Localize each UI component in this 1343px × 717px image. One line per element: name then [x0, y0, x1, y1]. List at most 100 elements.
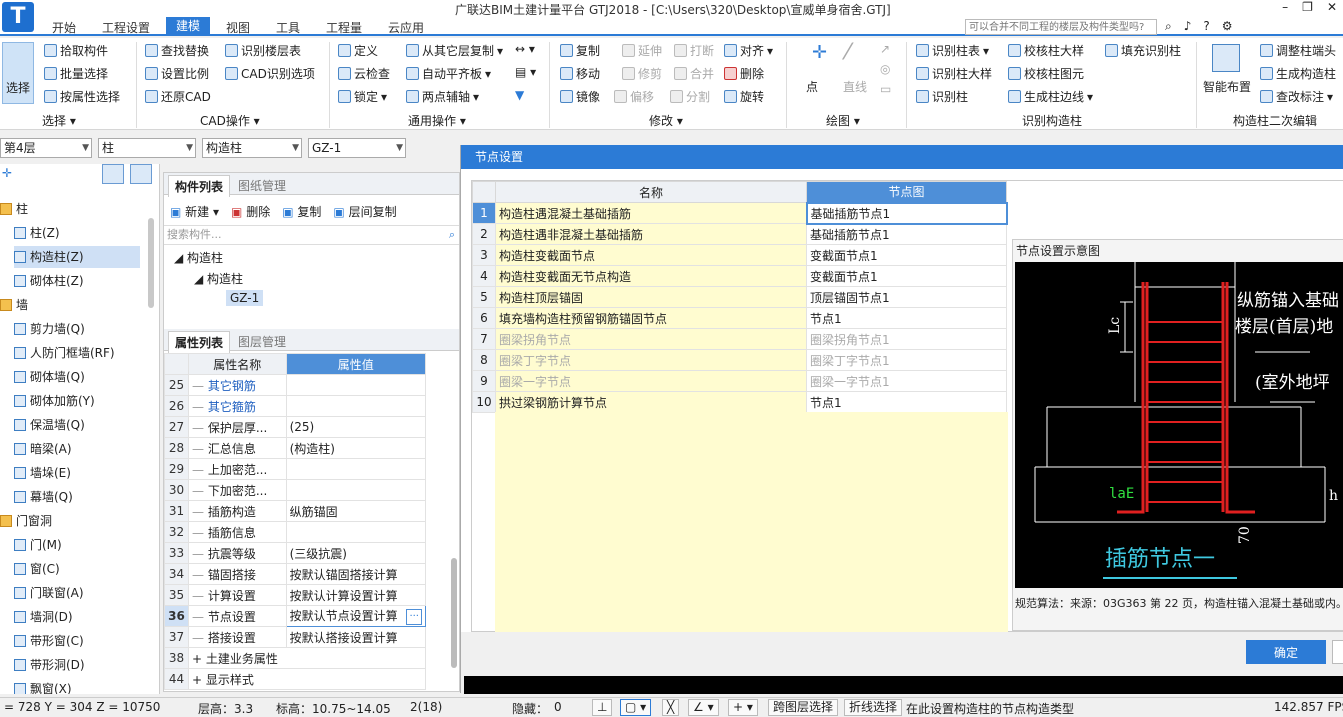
tree-item[interactable]: 人防门框墙(RF) — [14, 342, 140, 364]
snap-icon[interactable]: ▢ ▾ — [620, 699, 652, 716]
find-replace-button[interactable]: 查找替换 — [145, 42, 209, 59]
auto-align-slab-button[interactable]: 自动平齐板 ▾ — [406, 65, 491, 82]
component-combo[interactable]: GZ-1 ▼ — [308, 138, 406, 158]
check-column-detail-button[interactable]: 校核柱大样 — [1008, 42, 1084, 59]
property-row[interactable]: 34— 锚固搭接 按默认锚固搭接计算 — [164, 563, 427, 585]
select-by-property-button[interactable]: 按属性选择 — [44, 88, 120, 105]
menu-view[interactable]: 视图 — [226, 19, 250, 36]
delete-component-button[interactable]: ▣ 删除 — [231, 203, 270, 220]
menu-start[interactable]: 开始 — [52, 19, 76, 36]
node-row[interactable]: 3 构造柱变截面节点 变截面节点1 — [472, 244, 1007, 266]
help-icon[interactable]: ? — [1203, 19, 1209, 34]
node-row[interactable]: 2 构造柱遇非混凝土基础插筋 基础插筋节点1 — [472, 223, 1007, 245]
property-row[interactable]: 25— 其它钢筋 — [164, 374, 427, 396]
tree-item[interactable]: 门联窗(A) — [14, 582, 140, 604]
rect-icon[interactable]: ▭ — [880, 82, 891, 96]
property-row[interactable]: 37— 搭接设置 按默认搭接设置计算 — [164, 626, 427, 648]
tree-item[interactable]: 砌体柱(Z) — [14, 270, 140, 292]
tree-node-type[interactable]: ◢ 构造柱 — [194, 270, 243, 287]
copy-button[interactable]: 复制 — [560, 42, 600, 59]
left-scrollbar[interactable] — [148, 218, 154, 308]
node-image-value[interactable]: 节点1 — [806, 307, 1007, 329]
fill-identify-column-button[interactable]: 填充识别柱 — [1105, 42, 1181, 59]
node-row[interactable]: 4 构造柱变截面无节点构造 变截面节点1 — [472, 265, 1007, 287]
copy-from-layer-button[interactable]: 从其它层复制 ▾ — [406, 42, 503, 59]
draw-line-button[interactable]: 直线 — [843, 78, 867, 95]
type-combo[interactable]: 构造柱 ▼ — [202, 138, 302, 158]
menu-tools[interactable]: 工具 — [276, 19, 300, 36]
adjust-column-end-button[interactable]: 调整柱端头 — [1260, 42, 1336, 59]
property-row[interactable]: 30— 下加密范... — [164, 479, 427, 501]
arc-icon[interactable]: ↗ — [880, 42, 891, 56]
property-row[interactable]: 35— 计算设置 按默认计算设置计算 — [164, 584, 427, 606]
node-image-value[interactable]: 变截面节点1 — [806, 244, 1007, 266]
angle-icon[interactable]: ∠ ▾ — [688, 699, 719, 716]
lock-button[interactable]: 锁定 ▾ — [338, 88, 387, 105]
new-button[interactable]: ▣ 新建 ▾ — [170, 203, 219, 220]
copy-between-layers-button[interactable]: ▣ 层间复制 — [333, 203, 396, 220]
property-value[interactable]: 按默认锚固搭接计算 — [285, 563, 427, 585]
property-value[interactable]: (三级抗震) — [285, 542, 427, 564]
property-value[interactable] — [285, 374, 427, 396]
identify-column-table-button[interactable]: 识别柱表 ▾ — [916, 42, 989, 59]
property-row[interactable]: 28— 汇总信息 (构造柱) — [164, 437, 427, 459]
generate-column-button[interactable]: 生成构造柱 — [1260, 65, 1336, 82]
node-row[interactable]: 7 圈梁拐角节点 圈梁拐角节点1 — [472, 328, 1007, 350]
node-image-value[interactable]: 圈梁拐角节点1 — [806, 328, 1007, 350]
property-value[interactable]: 纵筋锚固 — [285, 500, 427, 522]
tab-layer-management[interactable]: 图层管理 — [232, 331, 292, 352]
property-row[interactable]: 29— 上加密范... — [164, 458, 427, 480]
node-row[interactable]: 10 拱过梁钢筋计算节点 节点1 — [472, 391, 1007, 413]
bell-icon[interactable]: ♪ — [1184, 19, 1192, 34]
tree-category[interactable]: 门窗洞 — [0, 510, 140, 532]
tab-component-list[interactable]: 构件列表 — [168, 175, 231, 197]
property-value[interactable]: (构造柱) — [285, 437, 427, 459]
offset-button[interactable]: 偏移 — [614, 88, 654, 105]
ortho-icon[interactable]: ⊥ — [592, 699, 613, 716]
property-row[interactable]: 38 + 土建业务属性 — [164, 647, 427, 669]
merge-button[interactable]: 合并 — [674, 65, 714, 82]
smart-layout-button[interactable]: 智能布置 — [1203, 78, 1251, 95]
dimension-tool-button[interactable]: ↔ ▾ — [515, 42, 535, 56]
maximize-icon[interactable]: ❐ — [1302, 0, 1313, 14]
tree-category[interactable]: 柱 — [0, 198, 140, 220]
polyline-select-button[interactable]: 折线选择 — [844, 699, 903, 716]
node-row[interactable]: 8 圈梁丁字节点 圈梁丁字节点1 — [472, 349, 1007, 371]
tree-node-gz1[interactable]: GZ-1 — [226, 290, 264, 306]
property-value[interactable]: 按默认搭接设置计算 — [285, 626, 427, 648]
rotate-button[interactable]: 旋转 — [724, 88, 764, 105]
select-big-button[interactable]: 选择 — [2, 42, 34, 104]
identify-column-button[interactable]: 识别柱 — [916, 88, 968, 105]
tree-item[interactable]: 门(M) — [14, 534, 140, 556]
node-image-value[interactable]: 基础插筋节点1 — [805, 201, 1008, 225]
tree-item[interactable]: 墙洞(D) — [14, 606, 140, 628]
search-icon[interactable]: ⌕ — [1165, 19, 1172, 34]
mirror-button[interactable]: 镜像 — [560, 88, 600, 105]
edit-annotation-button[interactable]: 查改标注 ▾ — [1260, 88, 1333, 105]
help-search-input[interactable] — [965, 19, 1157, 35]
floor-combo[interactable]: 第4层 ▼ — [0, 138, 92, 158]
menu-modeling[interactable]: 建模 — [166, 17, 211, 36]
cad-options-button[interactable]: CAD识别选项 — [225, 65, 315, 82]
tree-item[interactable]: 幕墙(Q) — [14, 486, 140, 508]
cloud-check-button[interactable]: 云检查 — [338, 65, 390, 82]
menu-quantity[interactable]: 工程量 — [326, 19, 362, 36]
circle-icon[interactable]: ◎ — [880, 62, 891, 76]
offset-icon[interactable]: + ▾ — [728, 699, 758, 716]
tree-item[interactable]: 带形洞(D) — [14, 654, 140, 676]
ok-button[interactable]: 确定 — [1246, 640, 1326, 664]
tree-node-root[interactable]: ◢ 构造柱 — [174, 249, 223, 266]
property-value[interactable] — [285, 395, 427, 417]
minimize-icon[interactable]: – — [1282, 0, 1288, 14]
node-image-value[interactable]: 节点1 — [806, 391, 1007, 413]
filter-button[interactable]: ▼ — [515, 88, 524, 102]
property-scrollbar[interactable] — [451, 558, 457, 668]
layout-tool-button[interactable]: ▤ ▾ — [515, 65, 536, 79]
node-image-value[interactable]: 变截面节点1 — [806, 265, 1007, 287]
tree-item[interactable]: 保温墙(Q) — [14, 414, 140, 436]
property-group-name[interactable]: + 土建业务属性 — [187, 647, 427, 669]
break-button[interactable]: 打断 — [674, 42, 714, 59]
property-value[interactable]: (25) — [285, 416, 427, 438]
tree-item[interactable]: 柱(Z) — [14, 222, 140, 244]
cancel-button[interactable] — [1332, 640, 1343, 664]
